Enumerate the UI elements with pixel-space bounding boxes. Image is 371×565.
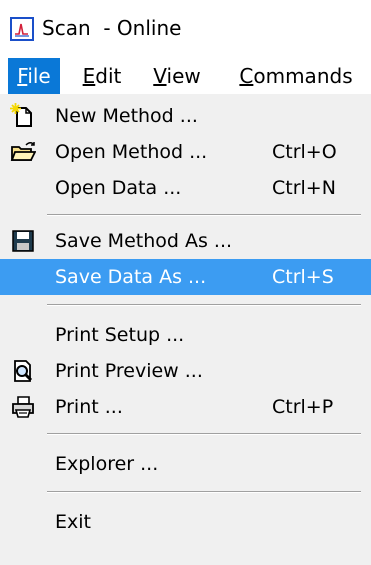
menu-item-shortcut: Ctrl+N bbox=[272, 177, 336, 199]
menu-edit-mnemonic: E bbox=[82, 64, 96, 88]
menu-item-shortcut: Ctrl+S bbox=[272, 266, 334, 288]
floppy-disk-icon bbox=[10, 228, 36, 254]
menu-view-label-rest: iew bbox=[166, 64, 201, 88]
menu-item-label: Open Data ... bbox=[55, 177, 182, 199]
menu-item-print-setup[interactable]: Print Setup ... bbox=[0, 317, 371, 353]
chart-scan-app-icon bbox=[10, 17, 34, 41]
menu-item-label: Save Data As ... bbox=[55, 266, 207, 288]
print-preview-icon bbox=[10, 358, 36, 384]
menu-item-open-data[interactable]: Open Data ... Ctrl+N bbox=[0, 170, 371, 206]
file-menu-dropdown: New Method ... Open Method ... Ctrl+O Op… bbox=[0, 94, 371, 565]
menu-separator bbox=[47, 214, 361, 216]
menu-item-exit[interactable]: Exit bbox=[0, 504, 371, 540]
menu-item-label: Open Method ... bbox=[55, 141, 208, 163]
menu-item-label: Print ... bbox=[55, 396, 123, 418]
new-document-icon bbox=[10, 103, 36, 129]
menu-view-mnemonic: V bbox=[153, 64, 167, 88]
menu-file-mnemonic: F bbox=[17, 64, 28, 88]
menu-item-label: New Method ... bbox=[55, 105, 198, 127]
menu-bar: File Edit View Commands bbox=[0, 58, 371, 94]
menu-item-save-method-as[interactable]: Save Method As ... bbox=[0, 223, 371, 259]
menu-item-label: Exit bbox=[55, 511, 91, 533]
menu-file[interactable]: File bbox=[8, 58, 60, 94]
printer-icon bbox=[10, 394, 36, 420]
menu-item-shortcut: Ctrl+O bbox=[272, 141, 337, 163]
menu-item-new-method[interactable]: New Method ... bbox=[0, 98, 371, 134]
menu-item-label: Print Preview ... bbox=[55, 360, 203, 382]
menu-item-explorer[interactable]: Explorer ... bbox=[0, 446, 371, 482]
menu-edit-label-rest: dit bbox=[95, 64, 122, 88]
menu-view[interactable]: View bbox=[146, 58, 208, 94]
menu-edit[interactable]: Edit bbox=[76, 58, 128, 94]
menu-commands-label-rest: ommands bbox=[253, 64, 353, 88]
open-folder-icon bbox=[10, 139, 37, 165]
menu-item-label: Save Method As ... bbox=[55, 230, 233, 252]
menu-item-print-preview[interactable]: Print Preview ... bbox=[0, 353, 371, 389]
menu-commands-mnemonic: C bbox=[239, 64, 254, 88]
menu-separator bbox=[47, 433, 361, 435]
menu-item-print[interactable]: Print ... Ctrl+P bbox=[0, 389, 371, 425]
menu-separator bbox=[47, 304, 361, 306]
title-bar: Scan - Online bbox=[0, 0, 371, 58]
menu-file-label-rest: ile bbox=[27, 64, 51, 88]
menu-item-label: Explorer ... bbox=[55, 453, 159, 475]
menu-item-open-method[interactable]: Open Method ... Ctrl+O bbox=[0, 134, 371, 170]
menu-item-shortcut: Ctrl+P bbox=[272, 396, 334, 418]
menu-separator bbox=[47, 491, 361, 493]
menu-item-save-data-as[interactable]: Save Data As ... Ctrl+S bbox=[0, 259, 371, 295]
menu-commands[interactable]: Commands bbox=[228, 58, 364, 94]
menu-item-label: Print Setup ... bbox=[55, 324, 185, 346]
window-title: Scan - Online bbox=[42, 16, 182, 40]
